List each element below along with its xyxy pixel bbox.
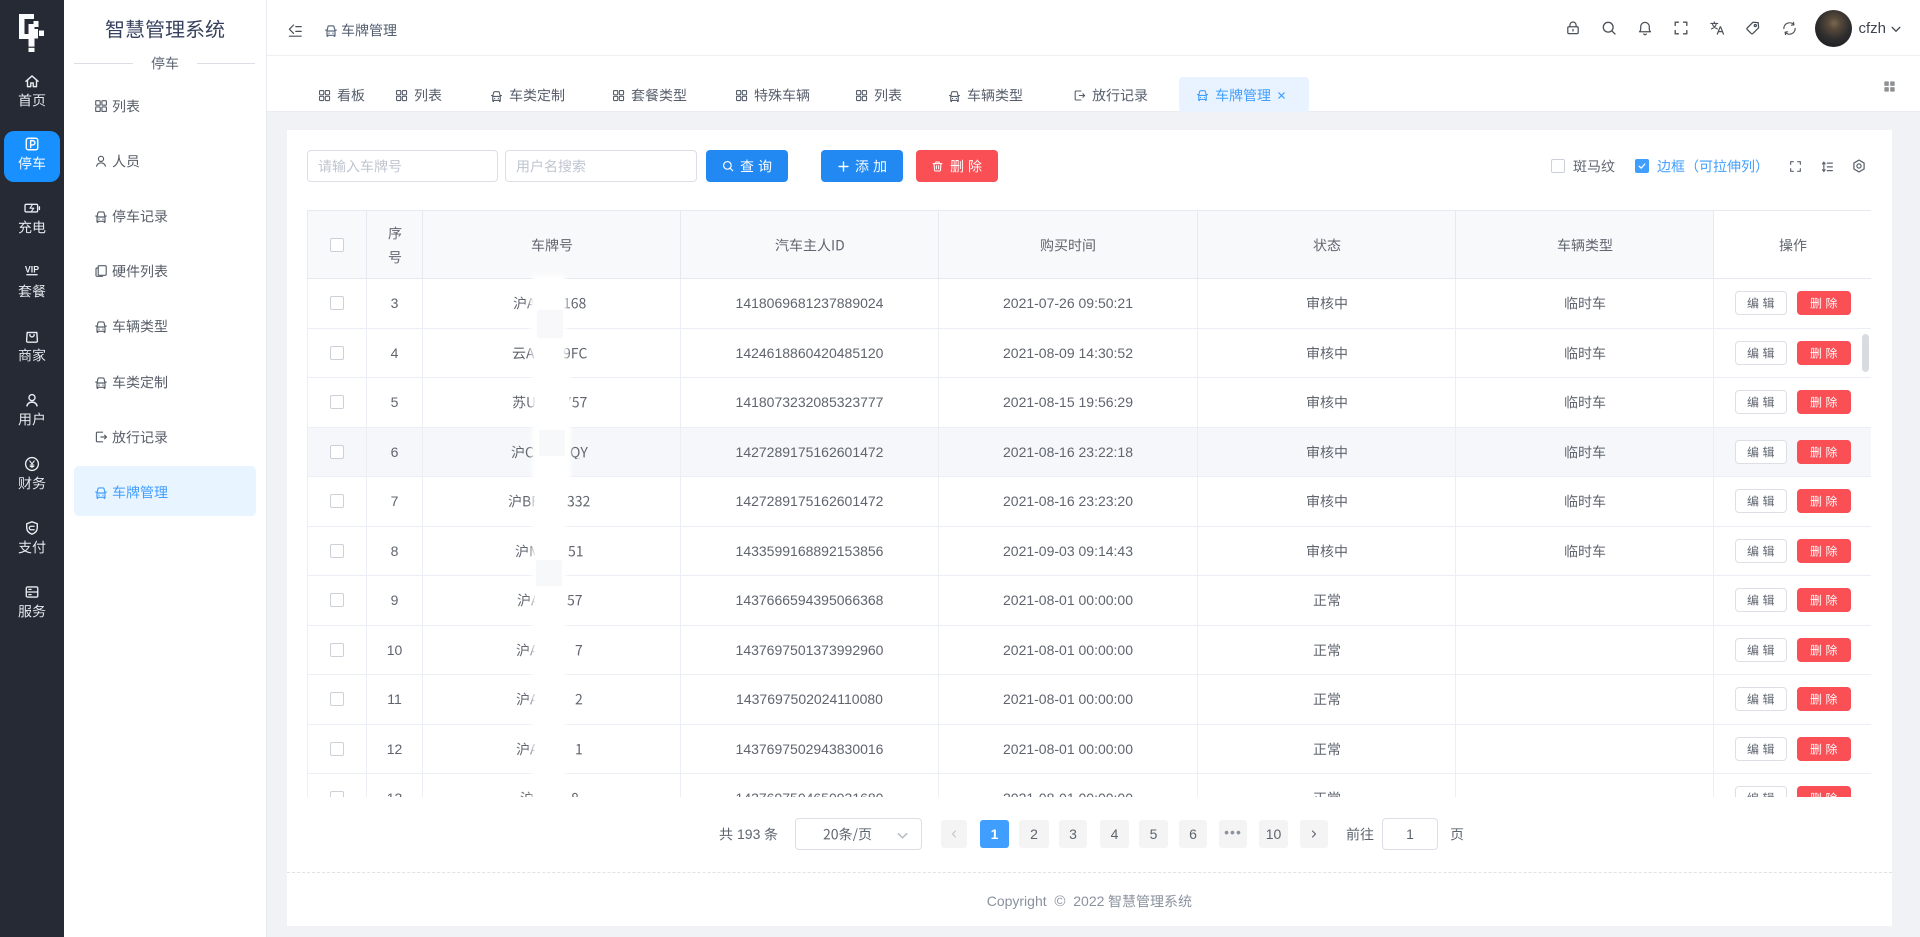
svg-text:VIP: VIP — [25, 265, 39, 275]
